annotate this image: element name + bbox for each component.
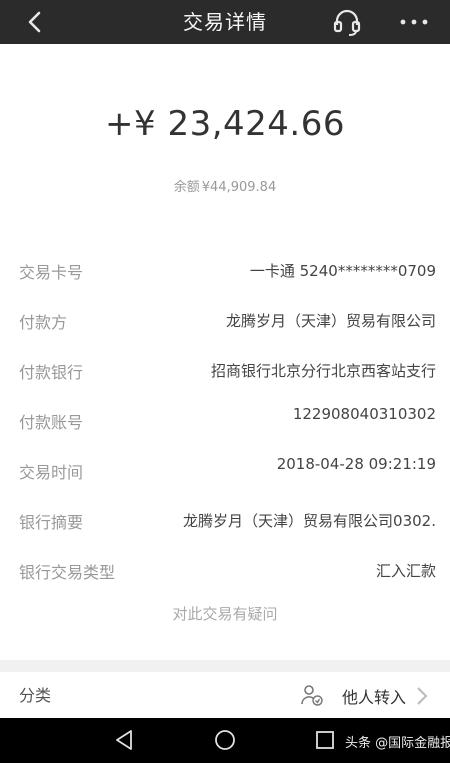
chevron-right-icon <box>417 687 428 705</box>
more-options-icon[interactable] <box>396 10 432 34</box>
transaction-time-label: 交易时间 <box>19 463 84 482</box>
payer-value: 龙腾岁月（天津）贸易有限公司 <box>225 312 436 330</box>
category-value: 他人转入 <box>342 688 407 707</box>
payer-label: 付款方 <box>19 313 68 332</box>
page-title: 交易详情 <box>183 10 267 34</box>
transaction-time-value: 2018-04-28 09:21:19 <box>276 455 436 473</box>
payer-bank-value: 招商银行北京分行北京西客站支行 <box>210 362 436 380</box>
section-divider <box>0 660 450 672</box>
category-label: 分类 <box>19 686 52 705</box>
system-nav-bar: 头条 @国际金融报 <box>0 718 450 763</box>
nav-home-icon[interactable] <box>214 729 236 751</box>
balance-value: ¥44,909.84 <box>201 180 277 195</box>
nav-back-icon[interactable] <box>114 729 136 751</box>
top-bar: 交易详情 <box>0 0 450 44</box>
category-row[interactable]: 分类 他人转入 <box>0 672 450 718</box>
payer-account-value: 122908040310302 <box>292 405 436 423</box>
balance-label: 余额 <box>173 180 200 195</box>
watermark-text: 头条 @国际金融报 <box>345 736 450 751</box>
payer-bank-label: 付款银行 <box>19 363 84 382</box>
balance-line: 余额 ¥44,909.84 <box>0 176 450 195</box>
transaction-amount: +¥ 23,424.66 <box>105 104 345 144</box>
transaction-type-value: 汇入汇款 <box>375 562 436 580</box>
card-number-label: 交易卡号 <box>19 263 84 282</box>
transaction-type-label: 银行交易类型 <box>19 563 116 582</box>
nav-recent-apps-icon[interactable] <box>315 730 335 750</box>
headset-icon[interactable] <box>331 6 363 38</box>
bank-memo-value: 龙腾岁月（天津）贸易有限公司0302. <box>183 512 436 530</box>
question-link[interactable]: 对此交易有疑问 <box>0 603 450 624</box>
screen: 交易详情 +¥ 23,424.66 余额 ¥44,909.84 交易卡号 一卡通 … <box>0 0 450 763</box>
payer-account-label: 付款账号 <box>19 413 84 432</box>
card-number-value: 一卡通 5240********0709 <box>249 262 436 280</box>
bank-memo-label: 银行摘要 <box>19 513 84 532</box>
person-transfer-icon <box>301 685 323 706</box>
